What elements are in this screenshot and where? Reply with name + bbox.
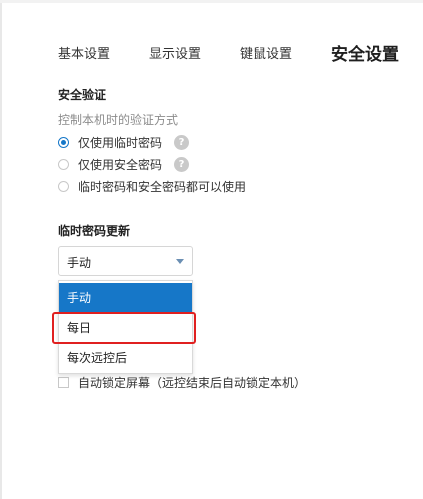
temp-password-update-dropdown: 手动 每日 每次远控后	[58, 280, 193, 374]
left-divider	[0, 3, 2, 499]
temp-password-update-title: 临时密码更新	[58, 224, 131, 238]
radio-security-password-only[interactable]: 仅使用安全密码 ?	[58, 156, 190, 172]
radio-temp-password-only[interactable]: 仅使用临时密码 ?	[58, 134, 190, 150]
tab-display-settings[interactable]: 显示设置	[149, 43, 201, 62]
security-verification-title: 安全验证	[58, 88, 107, 102]
dropdown-option-daily[interactable]: 每日	[59, 313, 192, 343]
top-strip	[0, 0, 423, 3]
select-value: 手动	[67, 256, 92, 270]
tab-basic-settings[interactable]: 基本设置	[58, 43, 110, 62]
radio-both-passwords[interactable]: 临时密码和安全密码都可以使用	[58, 178, 246, 194]
security-settings-page: 基本设置 显示设置 键鼠设置 安全设置 安全验证 控制本机时的验证方式 仅使用临…	[0, 0, 423, 499]
dropdown-option-manual[interactable]: 手动	[59, 283, 192, 313]
help-icon[interactable]: ?	[174, 156, 190, 172]
verification-hint: 控制本机时的验证方式	[58, 113, 179, 127]
chevron-down-icon[interactable]	[176, 259, 184, 264]
radio-label: 仅使用临时密码	[78, 135, 163, 150]
tab-security-settings[interactable]: 安全设置	[331, 40, 399, 65]
radio-label: 仅使用安全密码	[78, 157, 163, 172]
tab-keyboard-mouse-settings[interactable]: 键鼠设置	[240, 43, 292, 62]
auto-lock-row[interactable]: 自动锁定屏幕（远控结束后自动锁定本机）	[58, 374, 306, 390]
radio-label: 临时密码和安全密码都可以使用	[78, 179, 247, 194]
help-icon[interactable]: ?	[174, 134, 190, 150]
radio-button[interactable]	[58, 180, 69, 192]
auto-lock-label: 自动锁定屏幕（远控结束后自动锁定本机）	[78, 375, 307, 390]
temp-password-update-select[interactable]: 手动	[58, 246, 193, 276]
dropdown-option-after-each-remote[interactable]: 每次远控后	[59, 343, 192, 373]
radio-button-checked[interactable]	[58, 136, 69, 148]
radio-button[interactable]	[58, 158, 69, 170]
auto-lock-checkbox[interactable]	[58, 376, 69, 388]
